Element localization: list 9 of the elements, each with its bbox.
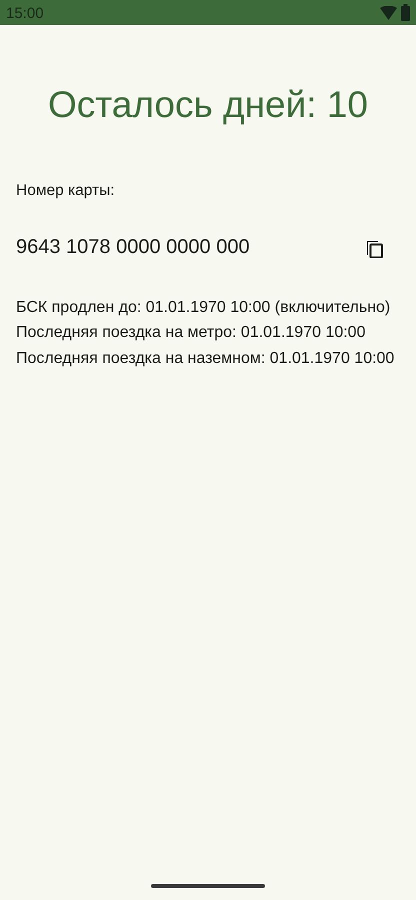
info-text: Последняя поездка на наземном: 01.01.1970 10:00 bbox=[16, 348, 396, 369]
days-left-heading: Осталось дней: 10 bbox=[46, 83, 369, 127]
card-label: Номер карты: bbox=[16, 180, 116, 200]
card-number: 9643 1078 0000 0000 000 bbox=[16, 234, 250, 260]
wifi-icon bbox=[380, 6, 397, 20]
status-time: 15:00 bbox=[6, 4, 44, 24]
battery-icon bbox=[401, 4, 410, 21]
info-text: БСК продлен до: 01.01.1970 10:00 (включительно) bbox=[16, 298, 392, 318]
info-text: Последняя поездка на метро: 01.01.1970 10:00 bbox=[16, 323, 366, 344]
